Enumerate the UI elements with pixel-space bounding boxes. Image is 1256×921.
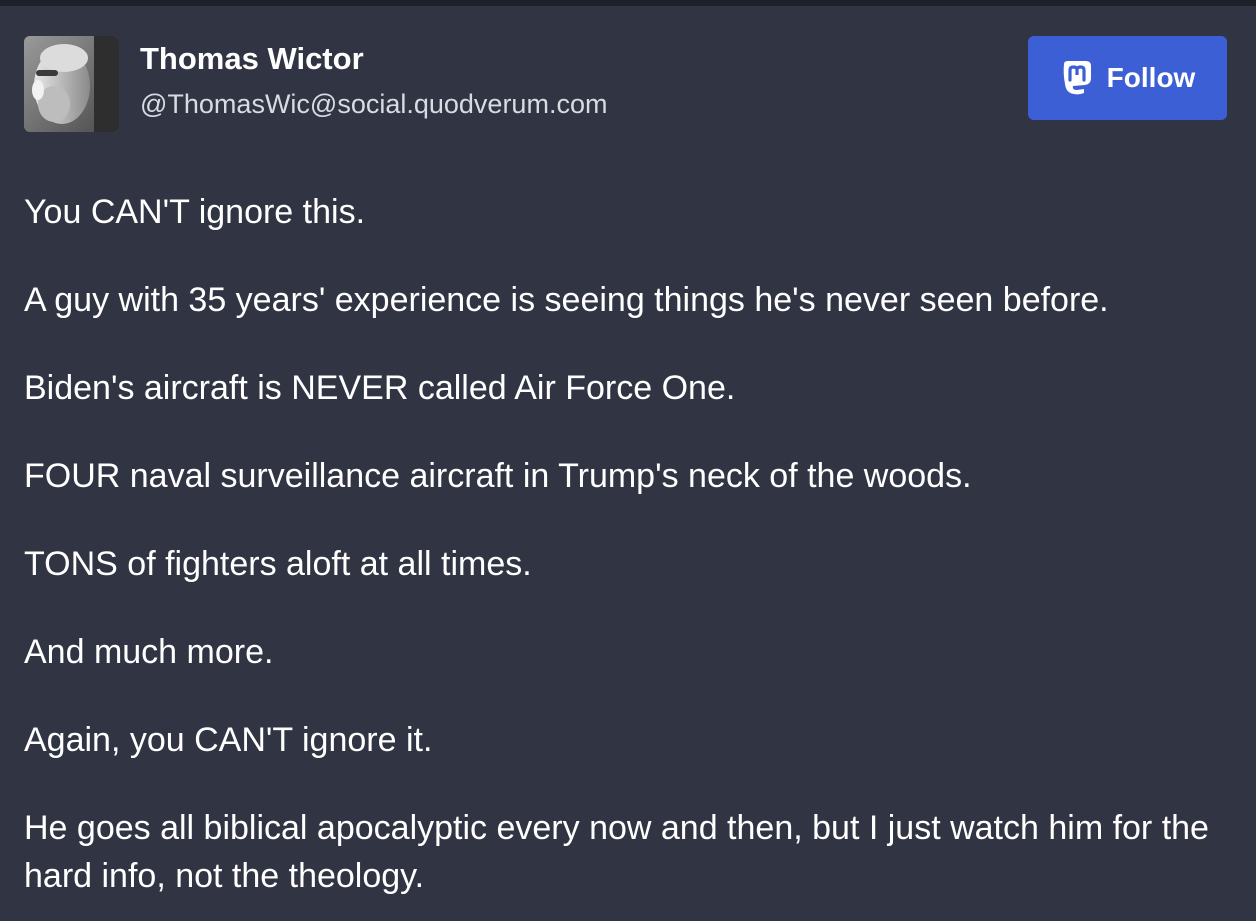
follow-label: Follow [1106, 62, 1196, 93]
mastodon-logo-icon [1063, 61, 1091, 95]
post-paragraph: Again, you CAN'T ignore it. [24, 721, 433, 759]
post-paragraph: A guy with 35 years' experience is seein… [24, 281, 1109, 319]
avatar[interactable] [24, 36, 119, 132]
post-paragraph: TONS of fighters aloft at all times. [24, 545, 532, 583]
post-paragraph: FOUR naval surveillance aircraft in Trum… [24, 457, 972, 495]
profile-photo-icon [24, 36, 119, 132]
post-paragraph: He goes all biblical apocalyptic every n… [24, 809, 1209, 895]
post-content: You CAN'T ignore this. A guy with 35 yea… [24, 188, 1239, 900]
post-paragraph: You CAN'T ignore this. [24, 193, 366, 231]
post-paragraph: Biden's aircraft is NEVER called Air For… [24, 369, 736, 407]
top-divider [0, 0, 1256, 6]
account-handle[interactable]: @ThomasWic@social.quodverum.com [140, 88, 607, 120]
account-identity: Thomas Wictor @ThomasWic@social.quodveru… [140, 36, 607, 120]
post-paragraph: And much more. [24, 633, 274, 671]
follow-button[interactable]: Follow [1028, 36, 1227, 120]
display-name[interactable]: Thomas Wictor [140, 41, 607, 77]
post-header: Thomas Wictor @ThomasWic@social.quodveru… [24, 36, 607, 132]
